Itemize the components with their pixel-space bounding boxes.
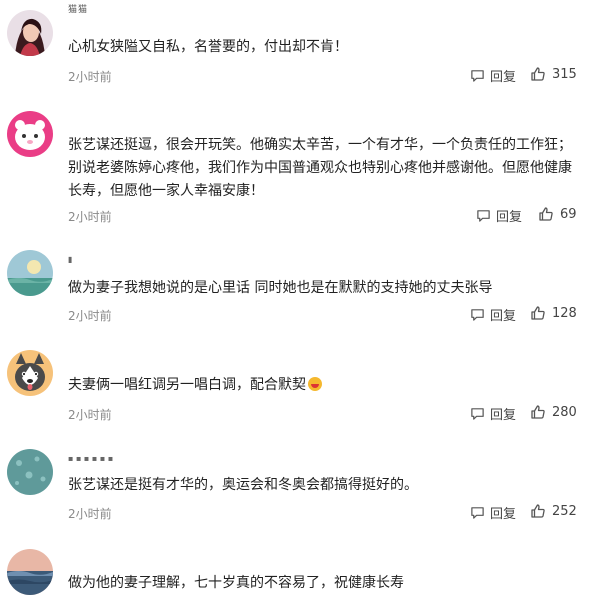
reply-label: 回复	[490, 408, 517, 423]
laughing-emoji-icon	[308, 377, 322, 391]
thumbs-up-icon	[531, 306, 545, 320]
landscape-avatar-icon	[7, 250, 53, 296]
woman-portrait-avatar-icon	[7, 10, 53, 56]
raindrop-avatar-icon	[7, 449, 53, 495]
comment-text: 做为他的妻子理解，七十岁真的不容易了，祝健康长寿	[68, 575, 404, 591]
sunset-sea-avatar-icon	[7, 549, 53, 595]
like-button[interactable]: 252	[530, 503, 577, 519]
like-count: 69	[560, 206, 577, 222]
like-button[interactable]: 69	[538, 206, 577, 222]
like-count: 315	[552, 66, 577, 82]
timestamp: 2小时前	[68, 210, 112, 224]
like-button[interactable]: 315	[530, 66, 577, 82]
comment-bubble-icon	[471, 70, 484, 82]
like-count: 252	[552, 503, 577, 519]
username[interactable]: 猫猫	[68, 2, 88, 15]
comment-text: 心机女狭隘又自私，名誉要的，付出却不肯！	[68, 39, 348, 55]
like-count: 128	[552, 305, 577, 321]
avatar[interactable]	[7, 449, 53, 495]
comment-bubble-icon	[471, 309, 484, 321]
reply-button[interactable]: 回复	[470, 404, 516, 423]
husky-dog-avatar-icon	[7, 350, 53, 396]
comment-bubble-icon	[477, 210, 490, 222]
reply-button[interactable]: 回复	[470, 66, 516, 85]
like-button[interactable]: 280	[530, 404, 577, 420]
pink-cartoon-avatar-icon	[7, 111, 53, 157]
username-mark: ▮	[68, 255, 73, 264]
timestamp: 2小时前	[68, 507, 112, 521]
thumbs-up-icon	[531, 405, 545, 419]
comment-text: 张艺谋还挺逗，很会开玩笑。他确实太辛苦，一个有才华，一个负责任的工作狂；别说老婆…	[68, 137, 572, 199]
timestamp: 2小时前	[68, 408, 112, 422]
avatar[interactable]	[7, 10, 53, 56]
thumbs-up-icon	[531, 67, 545, 81]
reply-label: 回复	[490, 309, 517, 324]
comment-bubble-icon	[471, 408, 484, 420]
reply-button[interactable]: 回复	[470, 503, 516, 522]
like-count: 280	[552, 404, 577, 420]
comment-text: 做为妻子我想她说的是心里话 同时她也是在默默的支持她的丈夫张导	[68, 280, 493, 296]
reply-label: 回复	[490, 70, 517, 85]
thumbs-up-icon	[531, 504, 545, 518]
comment-text: 夫妻俩一唱红调另一唱白调，配合默契	[68, 374, 578, 397]
comment-bubble-icon	[471, 507, 484, 519]
reply-label: 回复	[496, 210, 523, 225]
username-mark: ▪ ▪ ▪ ▪ ▪ ▪	[68, 454, 114, 463]
avatar[interactable]	[7, 350, 53, 396]
reply-button[interactable]: 回复	[470, 305, 516, 324]
reply-button[interactable]: 回复	[476, 206, 522, 225]
comment-text-content: 夫妻俩一唱红调另一唱白调，配合默契	[68, 377, 306, 393]
avatar[interactable]	[7, 549, 53, 595]
like-button[interactable]: 128	[530, 305, 577, 321]
timestamp: 2小时前	[68, 309, 112, 323]
comment-text: 张艺谋还是挺有才华的，奥运会和冬奥会都搞得挺好的。	[68, 477, 418, 493]
timestamp: 2小时前	[68, 70, 112, 84]
avatar[interactable]	[7, 111, 53, 157]
thumbs-up-icon	[539, 207, 553, 221]
avatar[interactable]	[7, 250, 53, 296]
reply-label: 回复	[490, 507, 517, 522]
